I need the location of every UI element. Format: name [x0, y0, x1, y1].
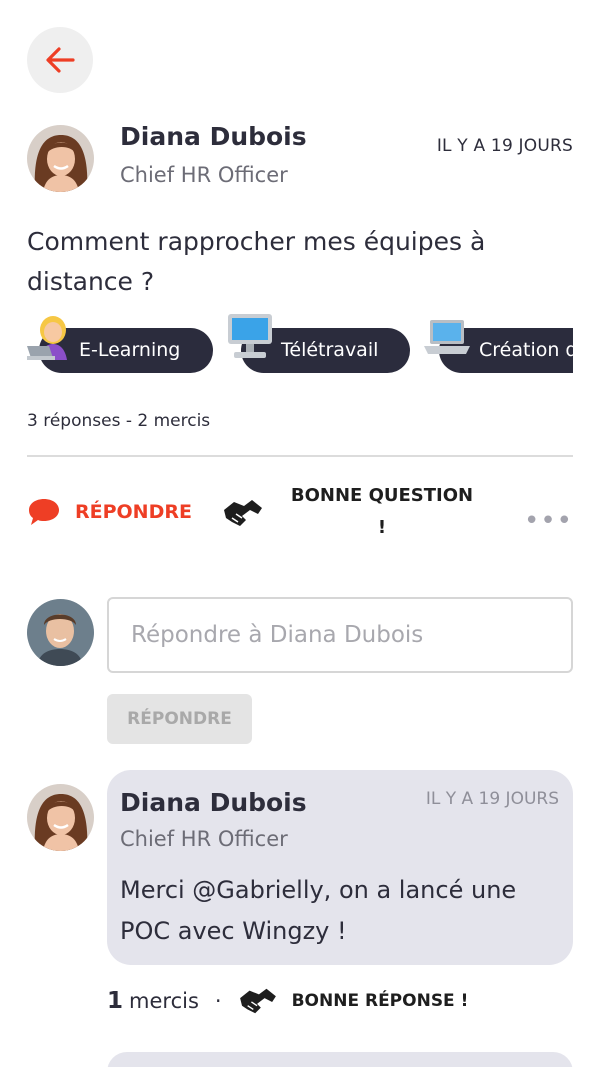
thanks-label[interactable]: mercis — [129, 989, 199, 1013]
woman-laptop-icon — [27, 316, 67, 360]
reply-action-label: RÉPONDRE — [75, 501, 192, 523]
post-stats[interactable]: 3 réponses - 2 mercis — [27, 411, 210, 431]
reply-submit-button[interactable]: RÉPONDRE — [107, 694, 252, 744]
tag-label: Télétravail — [281, 339, 379, 361]
good-question-line2: ! — [377, 517, 387, 538]
more-options-button[interactable]: ••• — [524, 506, 573, 536]
answer-timestamp: IL Y A 19 JOURS — [425, 789, 559, 809]
speech-bubble-icon — [29, 499, 59, 525]
desktop-computer-icon — [228, 314, 272, 358]
good-question-label: BONNE QUESTION ! — [282, 480, 482, 544]
back-button[interactable] — [27, 27, 93, 93]
laptop-icon — [424, 320, 470, 354]
answer-author-avatar[interactable] — [27, 784, 94, 851]
answer-footer: 1 mercis · BONNE RÉPONSE ! — [107, 985, 468, 1017]
reply-input[interactable] — [107, 597, 573, 673]
question-text: Comment rapprocher mes équipes à distanc… — [27, 227, 486, 296]
good-answer-label: BONNE RÉPONSE ! — [291, 991, 469, 1011]
current-user-avatar — [27, 599, 94, 666]
tag-label: Création d — [479, 339, 573, 361]
tag-list: E-Learning Télétravail Création d — [27, 312, 573, 378]
good-question-button[interactable]: BONNE QUESTION ! — [222, 480, 482, 544]
answer-author-name[interactable]: Diana Dubois — [120, 788, 307, 817]
next-answer-card — [107, 1052, 573, 1067]
good-answer-button[interactable]: BONNE RÉPONSE ! — [238, 985, 469, 1017]
post-timestamp: IL Y A 19 JOURS — [436, 136, 573, 156]
handshake-icon — [239, 988, 276, 1014]
author-avatar[interactable] — [27, 125, 94, 192]
reply-action-button[interactable]: RÉPONDRE — [27, 497, 192, 527]
author-name[interactable]: Diana Dubois — [120, 122, 307, 151]
answer-author-role: Chief HR Officer — [120, 827, 288, 851]
separator-dot: · — [214, 989, 222, 1013]
answer-text: Merci @Gabrielly, on a lancé une POC ave… — [120, 876, 517, 945]
handshake-icon — [224, 500, 262, 526]
divider — [27, 455, 573, 457]
tag-label: E-Learning — [79, 339, 181, 361]
author-role: Chief HR Officer — [120, 163, 288, 187]
thanks-count: 1 — [107, 988, 124, 1014]
answer-card: Diana Dubois Chief HR Officer IL Y A 19 … — [107, 770, 573, 965]
good-question-line1: BONNE QUESTION — [290, 485, 474, 506]
arrow-left-icon — [46, 47, 75, 73]
